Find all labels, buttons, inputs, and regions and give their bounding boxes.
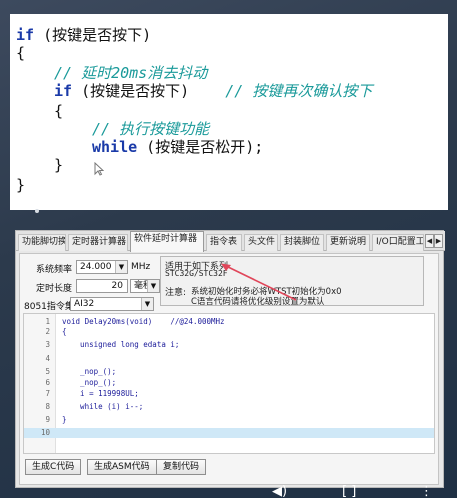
fullscreen-icon[interactable]: [ ] [342,485,356,498]
code-line: 9} [45,415,67,424]
freq-unit: MHz [131,262,151,272]
slide-line-7: while (按键是否松开); [92,138,264,156]
generate-asm-button[interactable]: 生成ASM代码 [87,459,157,475]
duration-unit-select[interactable]: 毫秒 ▼ [130,279,160,293]
tab-scroll-right-icon[interactable]: ▶ [434,234,443,248]
freq-label: 系统频率 [36,265,73,275]
code-line: 1 void Delay20ms(void) //@24.000MHz [45,317,225,326]
slide-line-3: // 延时20ms消去抖动 [54,64,208,82]
slide-line-2: { [16,44,26,62]
volume-icon[interactable]: ◀) [272,485,287,498]
bullet-dot [35,209,39,213]
code-line: 8 while (i) i--; [45,402,144,411]
code-slide: if (按键是否按下) { // 延时20ms消去抖动 if (按键是否按下) … [10,14,448,210]
mouse-cursor-icon [94,161,105,179]
tab-timer-calc[interactable]: 定时器计算器 [68,234,128,251]
tab-delay-calc[interactable]: 软件延时计算器 [130,231,204,252]
annotation-arrow-icon [221,263,297,301]
tab-scroll-arrows: ◀ ▶ [425,234,443,248]
slide-line-4: if (按键是否按下) // 按键再次确认按下 [54,82,373,100]
generate-c-button[interactable]: 生成C代码 [25,459,82,475]
note-label: 注意: [165,288,187,298]
copy-code-button[interactable]: 复制代码 [156,459,207,475]
chevron-down-icon: ▼ [115,261,127,273]
slide-line-1: if (按键是否按下) [16,26,152,44]
code-line: 2{ [45,327,67,336]
code-line: 6 _nop_(); [45,378,117,387]
slide-line-5: { [54,102,64,120]
code-line: 4 [45,354,50,363]
code-line: 7 i = 119998UL; [45,389,139,398]
instr-set-select[interactable]: AI32 ▼ [70,297,154,311]
tab-io-config[interactable]: I/O口配置工具 [372,234,424,251]
tab-package-pins[interactable]: 封装脚位 [280,234,324,251]
tab-scroll-left-icon[interactable]: ◀ [425,234,434,248]
delay-calc-panel: 系统频率 24.000 ▼ MHz 定时长度 20 毫秒 ▼ 8051指令集 A… [19,253,439,485]
instr-set-label: 8051指令集 [24,302,74,312]
duration-label: 定时长度 [36,284,73,294]
more-options-icon[interactable]: ⋮ [420,485,433,498]
tab-changelog[interactable]: 更新说明 [326,234,370,251]
tab-instructions[interactable]: 指令表 [206,234,242,251]
tab-bar: 功能脚切换 定时器计算器 软件延时计算器 指令表 头文件 封装脚位 更新说明 I… [16,231,445,252]
duration-input[interactable]: 20 [76,279,128,293]
slide-line-9: } [16,176,26,194]
chevron-down-icon: ▼ [147,280,159,292]
freq-select[interactable]: 24.000 ▼ [76,260,128,274]
code-line: 3 unsigned long edata i; [45,340,180,349]
slide-line-6: // 执行按键功能 [92,120,210,138]
stc-isp-window: 功能脚切换 定时器计算器 软件延时计算器 指令表 头文件 封装脚位 更新说明 I… [15,230,445,488]
tab-pin-switch[interactable]: 功能脚切换 [18,234,66,251]
code-editor[interactable]: 1 void Delay20ms(void) //@24.000MHz 2{ 3 … [23,313,435,454]
code-line-current: 10 [24,428,434,438]
slide-line-8: } [54,156,64,174]
tab-header-files[interactable]: 头文件 [244,234,278,251]
chevron-down-icon: ▼ [141,298,153,310]
code-line: 5 _nop_(); [45,367,117,376]
